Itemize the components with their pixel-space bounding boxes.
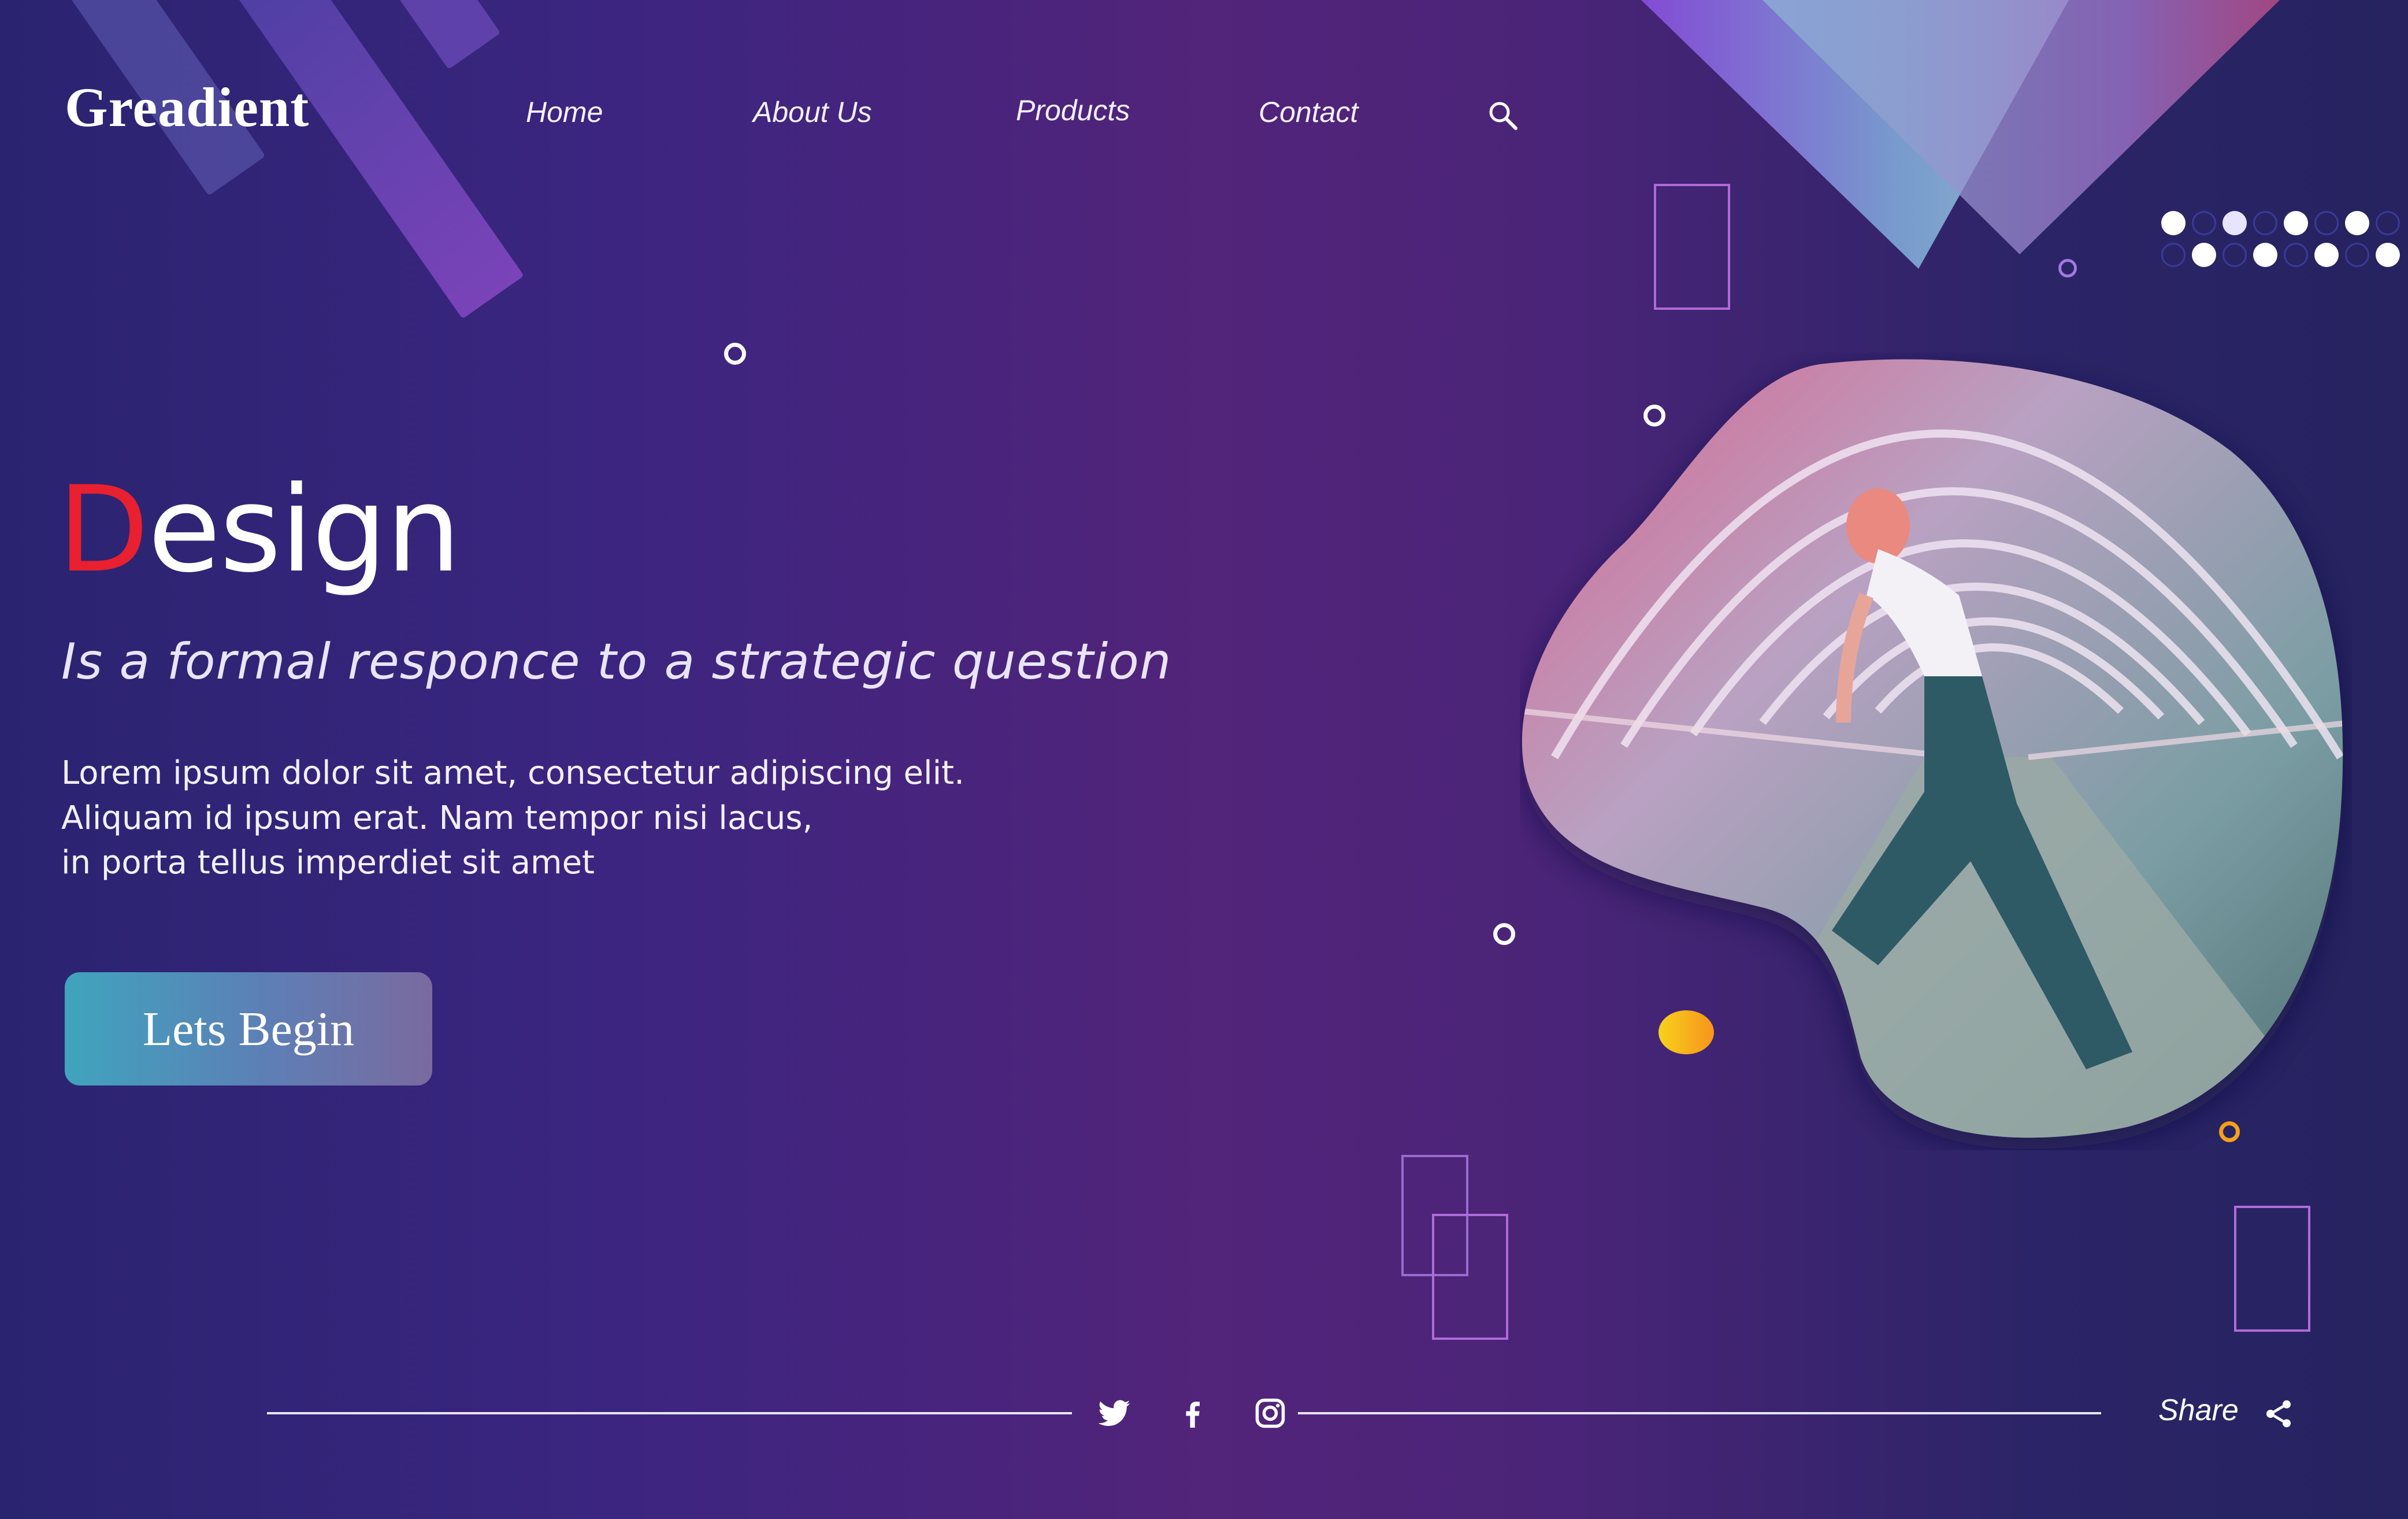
decor-rectangle	[2234, 1206, 2310, 1332]
decor-ring	[1493, 923, 1515, 945]
footer-divider	[1298, 1412, 2101, 1414]
decor-stripe	[376, 0, 501, 70]
share-button[interactable]: Share	[2158, 1393, 2239, 1428]
nav-item-about-us[interactable]: About Us	[753, 95, 872, 129]
hero-subtitle: Is a formal responce to a strategic ques…	[61, 633, 1172, 691]
nav-item-products[interactable]: Products	[1016, 94, 1130, 127]
decor-ring	[724, 343, 746, 365]
decor-ring	[2058, 259, 2077, 277]
hero-image	[1522, 359, 2343, 1138]
hero-body-line: Aliquam id ipsum erat. Nam tempor nisi l…	[61, 799, 813, 837]
brand-logo[interactable]: Greadient	[65, 75, 309, 139]
footer-divider	[267, 1412, 1072, 1414]
search-icon[interactable]	[1487, 99, 1519, 132]
decor-dots	[2161, 211, 2404, 275]
instagram-icon[interactable]	[1253, 1396, 1288, 1431]
nav-item-home[interactable]: Home	[526, 95, 603, 129]
hero-title-rest: esign	[147, 461, 461, 599]
hero-title: Design	[58, 471, 461, 590]
decor-rectangle	[1654, 184, 1730, 310]
decor-rectangle	[1432, 1214, 1508, 1340]
facebook-icon[interactable]	[1175, 1396, 1210, 1431]
hero-title-first-letter: D	[58, 461, 149, 599]
hero-body-line: Lorem ipsum dolor sit amet, consectetur …	[61, 754, 964, 792]
share-icon[interactable]	[2262, 1398, 2295, 1430]
twitter-icon[interactable]	[1097, 1396, 1131, 1431]
lets-begin-button[interactable]: Lets Begin	[65, 972, 432, 1085]
nav-item-contact[interactable]: Contact	[1259, 95, 1358, 129]
hero-body-line: in porta tellus imperdiet sit amet	[61, 844, 595, 881]
